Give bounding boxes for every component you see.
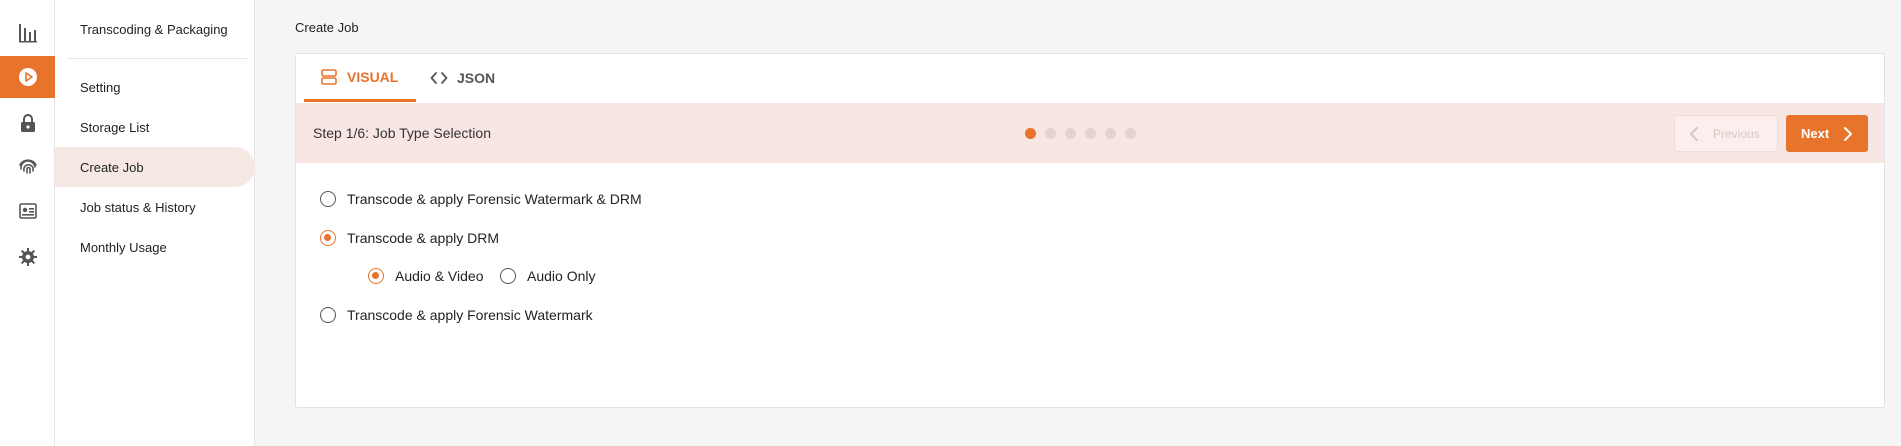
subnav-item-create-job[interactable]: Create Job [55, 147, 255, 187]
previous-button-label: Previous [1713, 126, 1760, 141]
tab-json[interactable]: JSON [426, 54, 506, 102]
subnav-item-label: Job status & History [80, 199, 196, 215]
subnav-item-job-status[interactable]: Job status & History [55, 187, 255, 227]
subnav-item-storage-list[interactable]: Storage List [55, 107, 255, 147]
next-button-label: Next [1801, 126, 1830, 141]
editor-tabs: VISUAL JSON [296, 54, 1884, 103]
radio-button-selected[interactable] [368, 268, 384, 284]
subnav-section-title: Transcoding & Packaging [80, 22, 228, 37]
next-button[interactable]: Next [1786, 115, 1868, 152]
lock-icon [20, 114, 35, 132]
suboption-audio-and-video[interactable]: Audio & Video [368, 268, 483, 284]
rail-item-transcoding[interactable] [0, 56, 55, 98]
radio-button-selected[interactable] [320, 230, 336, 246]
subnav-item-monthly-usage[interactable]: Monthly Usage [55, 227, 255, 267]
option-label: Transcode & apply Forensic Watermark [347, 307, 593, 323]
rail-item-drm[interactable] [0, 102, 55, 144]
suboption-audio-only[interactable]: Audio Only [500, 268, 595, 284]
rail-item-id-card[interactable] [0, 190, 55, 232]
step-label: Step 1/6: Job Type Selection [313, 125, 491, 141]
chevron-left-icon [1690, 126, 1698, 141]
radio-button[interactable] [320, 307, 336, 323]
icon-rail [0, 0, 55, 446]
subnav-item-label: Monthly Usage [80, 239, 167, 255]
layout-rows-icon [321, 68, 337, 85]
page-title: Create Job [295, 20, 359, 35]
subnav-item-label: Storage List [80, 119, 150, 135]
step-dot-1 [1025, 128, 1036, 139]
code-icon [430, 72, 448, 84]
step-dot-6 [1125, 128, 1136, 139]
tab-json-label: JSON [457, 70, 496, 86]
option-forensic-watermark[interactable]: Transcode & apply Forensic Watermark [320, 307, 593, 323]
radio-button[interactable] [320, 191, 336, 207]
option-forensic-watermark-and-drm[interactable]: Transcode & apply Forensic Watermark & D… [320, 191, 642, 207]
play-circle-icon [18, 68, 37, 86]
subnav-item-label: Setting [80, 79, 121, 95]
bar-chart-icon [18, 24, 37, 43]
option-label: Audio Only [527, 268, 596, 284]
previous-button[interactable]: Previous [1674, 115, 1778, 152]
fingerprint-icon [18, 159, 37, 174]
sub-navigation: Transcoding & Packaging Setting Storage … [55, 0, 255, 446]
step-dot-3 [1065, 128, 1076, 139]
option-label: Transcode & apply DRM [347, 230, 499, 246]
step-progress-dots [1025, 128, 1145, 139]
tab-visual-label: VISUAL [347, 68, 399, 85]
option-label: Audio & Video [395, 268, 484, 284]
step-dot-2 [1045, 128, 1056, 139]
option-label: Transcode & apply Forensic Watermark & D… [347, 191, 642, 207]
create-job-card: VISUAL JSON Step 1/6: Job Type Selection… [295, 53, 1885, 408]
rail-item-statistics[interactable] [0, 12, 55, 54]
subnav-item-setting[interactable]: Setting [55, 67, 255, 107]
rail-item-settings[interactable] [0, 236, 55, 278]
step-dot-5 [1105, 128, 1116, 139]
wizard-step-bar: Step 1/6: Job Type Selection Previous Ne… [296, 103, 1884, 163]
tab-visual[interactable]: VISUAL [304, 54, 416, 102]
radio-button[interactable] [500, 268, 516, 284]
id-card-icon [18, 203, 37, 219]
step-dot-4 [1085, 128, 1096, 139]
subnav-divider [67, 58, 247, 59]
subnav-item-label: Create Job [80, 159, 144, 175]
rail-item-watermark[interactable] [0, 146, 55, 188]
chevron-right-icon [1844, 126, 1853, 141]
option-drm[interactable]: Transcode & apply DRM [320, 230, 499, 246]
gear-icon [18, 248, 37, 266]
